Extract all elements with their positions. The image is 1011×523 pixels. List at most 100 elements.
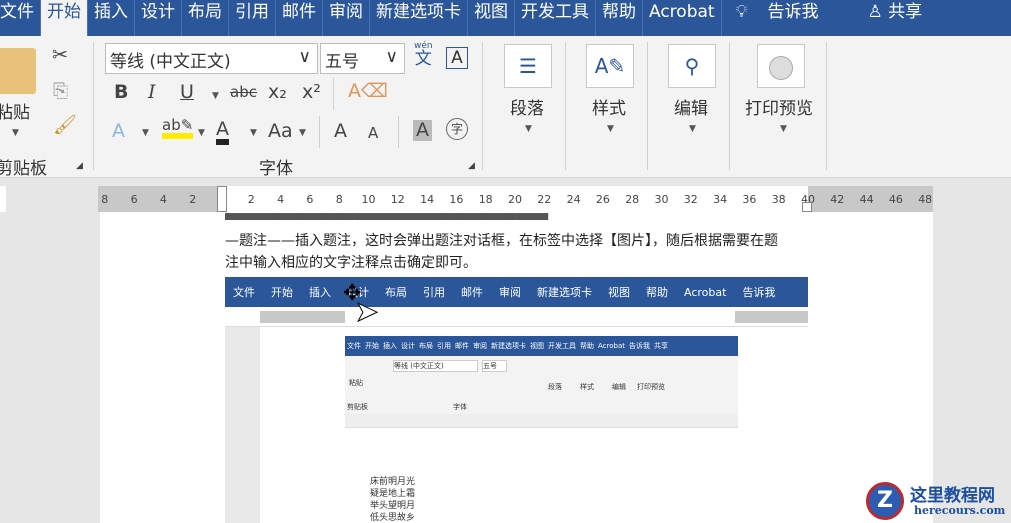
paste-label[interactable]: 粘贴 [0, 98, 30, 123]
change-case-caret[interactable]: ▼ [299, 128, 306, 138]
ruler-tick-label: 46 [888, 193, 903, 206]
enclose-char-button[interactable]: 字 [446, 118, 468, 140]
editing-caret[interactable]: ▼ [689, 124, 696, 134]
nested-tab: 邮件 [455, 342, 469, 350]
underline-button[interactable]: U [180, 83, 194, 102]
chevron-down-icon: ∨ [298, 47, 311, 67]
embedded-ruler [225, 307, 808, 327]
font-size-select[interactable]: 五号 ∨ [320, 43, 405, 74]
document-text-line[interactable]: 注中输入相应的文字注释点击确定即可。 [225, 252, 477, 272]
tab-layout[interactable]: 布局 [182, 0, 229, 36]
clear-formatting-icon[interactable]: A⌫ [348, 82, 388, 101]
nested-tab: 帮助 [580, 342, 594, 350]
print-preview-label[interactable]: 打印预览 [745, 94, 813, 119]
highlight-caret[interactable]: ▼ [198, 128, 205, 138]
lightbulb-icon[interactable]: 💡︎ [722, 0, 762, 36]
tab-insert[interactable]: 插入 [88, 0, 135, 36]
ruler-tick-label: 26 [595, 193, 610, 206]
tab-mailings[interactable]: 邮件 [276, 0, 323, 36]
grow-font-button[interactable]: A [334, 122, 347, 141]
nested-tab: 设计 [401, 342, 415, 350]
italic-button[interactable]: I [148, 83, 156, 102]
dialog-launcher-icon[interactable]: ◢ [76, 162, 83, 171]
styles-caret[interactable]: ▼ [607, 124, 614, 134]
font-color-button[interactable]: A [216, 120, 229, 145]
format-painter-icon[interactable]: 🖌︎ [53, 116, 77, 135]
nested-tab: 插入 [383, 342, 397, 350]
tab-references[interactable]: 引用 [229, 0, 276, 36]
tab-review[interactable]: 审阅 [323, 0, 370, 36]
print-preview-caret[interactable]: ▼ [780, 124, 787, 134]
nested-tab: 新建选项卡 [491, 342, 526, 350]
dialog-launcher-icon[interactable]: ◢ [468, 162, 475, 171]
strikethrough-button[interactable]: abc [230, 85, 257, 100]
text-effects-caret[interactable]: ▼ [142, 128, 149, 138]
styles-label[interactable]: 样式 [592, 94, 626, 119]
highlight-button[interactable]: ab✎ [162, 118, 194, 139]
copy-icon[interactable]: ⎘ [53, 82, 68, 101]
ruler-tick-label: 32 [683, 193, 698, 206]
paragraph-label[interactable]: 段落 [510, 94, 544, 119]
text-effects-button[interactable]: A [112, 122, 125, 141]
nested-tab: 告诉我 [629, 342, 650, 350]
indent-marker[interactable] [217, 186, 227, 212]
ribbon: 粘贴 ▼ ✂ ⎘ 🖌︎ 剪贴板 ◢ 等线 (中文正文) ∨ 五号 ∨ wén 文 A … [0, 36, 1011, 179]
styles-button[interactable]: A✎ [586, 44, 634, 88]
share-button[interactable]: ♙ 共享 [861, 0, 928, 36]
paragraph-button[interactable]: ☰ [504, 44, 552, 88]
embedded-tab: 插入 [309, 286, 331, 299]
tab-home[interactable]: 开始 [41, 0, 88, 36]
tab-file[interactable]: 文件 [0, 0, 41, 36]
embedded-tab: 邮件 [461, 286, 483, 299]
circle-icon [769, 55, 793, 80]
ruler-tick-label: 48 [918, 193, 933, 206]
poem-line: 床前明月光 [370, 477, 416, 487]
right-indent-marker[interactable] [802, 202, 812, 212]
tab-acrobat[interactable]: Acrobat [643, 0, 722, 36]
nested-tab: Acrobat [598, 342, 625, 350]
tab-view[interactable]: 视图 [468, 0, 515, 36]
poem-line: 举头望明月 [370, 501, 416, 511]
tell-me[interactable]: 告诉我 [761, 0, 861, 36]
underline-caret[interactable]: ▼ [212, 91, 219, 101]
nested-tab: 引用 [437, 342, 451, 350]
ruler-tick-label: 12 [390, 193, 405, 206]
document-text-line[interactable]: —题注——插入题注，这时会弹出题注对话框，在标签中选择【图片】，随后根据需要在题 [225, 230, 778, 250]
ruler-corner[interactable] [0, 186, 6, 212]
text-line-cut: ▇▇▇▇▇▇▇▇▇▇▇▇▇▇▇▇▇▇▇▇▇▇▇▇▇▇▇▇▇▇ [225, 212, 548, 220]
ruler-tick-label: 28 [625, 193, 640, 206]
editing-button[interactable]: ⚲ [668, 44, 716, 88]
ruler-tick-label: 20 [508, 193, 522, 206]
char-border-button[interactable]: A [446, 47, 468, 69]
embedded-tab: 开始 [271, 286, 293, 299]
tab-developer[interactable]: 开发工具 [515, 0, 596, 36]
tab-help[interactable]: 帮助 [596, 0, 643, 36]
editing-label[interactable]: 编辑 [674, 94, 708, 119]
ruler-tick-label: 4 [159, 193, 167, 206]
embedded-tab: 布局 [385, 286, 407, 299]
print-preview-button[interactable] [757, 44, 805, 88]
horizontal-ruler[interactable]: 8 6 4 2 2 4 6 8 10 12 14 16 18 20 22 24 26 28 30 32 34 36 38 40… [98, 186, 933, 212]
font-color-caret[interactable]: ▼ [250, 128, 257, 138]
nested-tab: 开发工具 [548, 342, 576, 350]
ruler-tick-label: 34 [713, 193, 728, 206]
embedded-tab: Acrobat [684, 285, 727, 299]
phonetic-guide-button[interactable]: wén 文 [414, 42, 433, 68]
embedded-screenshot[interactable]: 文件 开始 插入 设计 布局 引用 邮件 审阅 新建选项卡 视图 帮助 Acrobat 告诉我 文件 开始… [225, 277, 808, 523]
font-name-select[interactable]: 等线 (中文正文) ∨ [105, 43, 318, 74]
subscript-button[interactable]: x₂ [268, 83, 287, 102]
shrink-font-button[interactable]: A [368, 126, 378, 141]
paragraph-caret[interactable]: ▼ [525, 124, 532, 134]
ruler-tick-label: 2 [189, 193, 197, 206]
embedded-tab: 告诉我 [742, 286, 776, 299]
superscript-button[interactable]: x² [302, 83, 321, 102]
poem-line: 低头思故乡 [370, 513, 416, 523]
tab-design[interactable]: 设计 [135, 0, 182, 36]
change-case-button[interactable]: Aa [268, 122, 293, 141]
paste-caret[interactable]: ▼ [12, 128, 19, 138]
cut-icon[interactable]: ✂ [52, 46, 68, 65]
bold-button[interactable]: B [114, 83, 128, 102]
paste-icon[interactable] [0, 48, 36, 94]
char-shading-button[interactable]: A [413, 120, 432, 141]
tab-new[interactable]: 新建选项卡 [370, 0, 468, 36]
